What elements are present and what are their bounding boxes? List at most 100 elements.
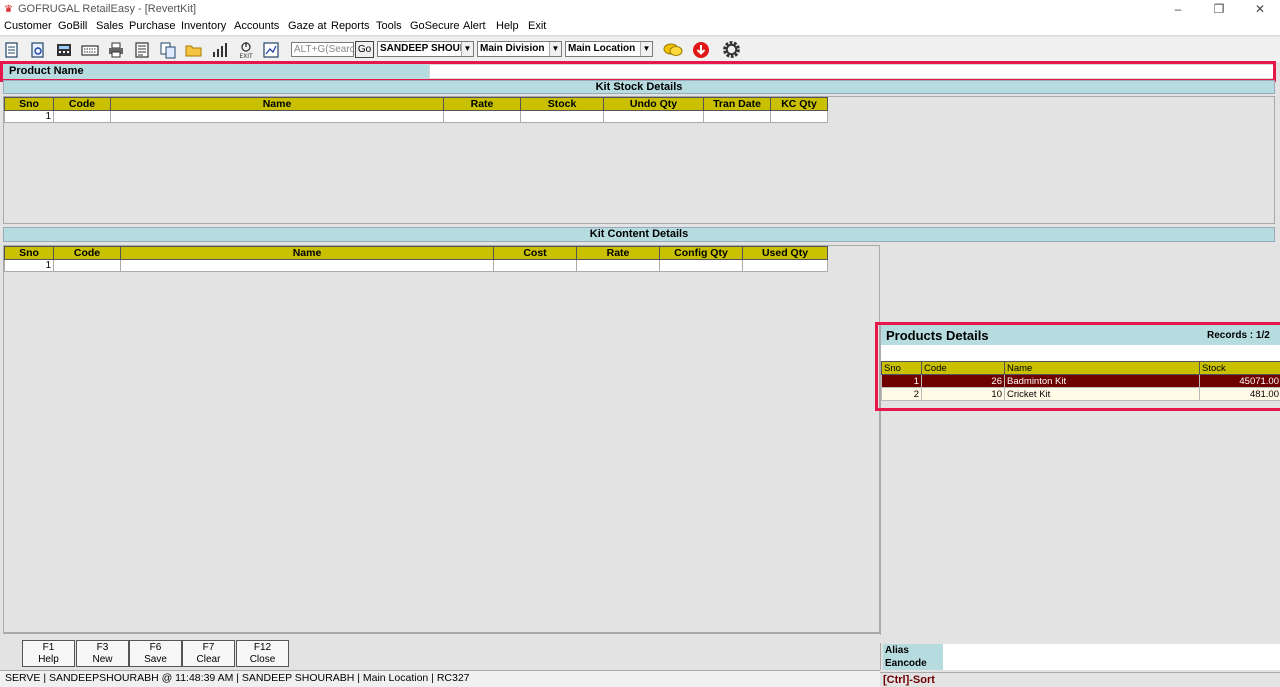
- kit-content-table: Sno Code Name Cost Rate Config Qty Used …: [4, 246, 828, 272]
- col-sno[interactable]: Sno: [4, 246, 54, 260]
- table-row[interactable]: 1: [4, 259, 828, 272]
- status-bar: SERVE | SANDEEPSHOURABH @ 11:48:39 AM | …: [0, 670, 880, 687]
- menu-reports[interactable]: Reports: [331, 20, 370, 32]
- close-icon[interactable]: ✕: [1250, 1, 1270, 17]
- menu-tools[interactable]: Tools: [376, 20, 402, 32]
- search-input[interactable]: ALT+G(Search): [291, 42, 354, 57]
- cell-code[interactable]: [53, 110, 111, 123]
- new-button[interactable]: F3 New: [76, 640, 129, 667]
- sort-hint: [Ctrl]-Sort: [880, 672, 1280, 687]
- eancode-field[interactable]: [943, 657, 1280, 670]
- cell-name[interactable]: [120, 259, 494, 272]
- cell-cost[interactable]: [493, 259, 577, 272]
- col-code[interactable]: Code: [53, 97, 111, 111]
- keyboard-icon[interactable]: [81, 41, 99, 59]
- printer-icon[interactable]: [107, 41, 125, 59]
- cell-used-qty[interactable]: [742, 259, 828, 272]
- menu-help[interactable]: Help: [496, 20, 519, 32]
- go-button[interactable]: Go: [355, 41, 374, 58]
- menu-customer[interactable]: Customer: [4, 20, 52, 32]
- cell-tran-date[interactable]: [703, 110, 771, 123]
- close-button[interactable]: F12 Close: [236, 640, 289, 667]
- menu-inventory[interactable]: Inventory: [181, 20, 226, 32]
- chat-icon[interactable]: [662, 41, 684, 59]
- cell-rate[interactable]: [443, 110, 521, 123]
- app-logo-icon: ♛: [4, 4, 13, 15]
- calculator-icon[interactable]: [55, 41, 73, 59]
- cell-sno[interactable]: 1: [4, 110, 54, 123]
- report-document-icon[interactable]: [133, 41, 151, 59]
- col-cost[interactable]: Cost: [493, 246, 577, 260]
- fkey-key: F7: [202, 642, 215, 653]
- location-select[interactable]: Main Location ▼: [565, 41, 653, 57]
- col-sno[interactable]: Sno: [4, 97, 54, 111]
- location-select-value: Main Location: [568, 43, 636, 54]
- kit-stock-header-row: Sno Code Name Rate Stock Undo Qty Tran D…: [4, 97, 828, 111]
- copy-document-icon[interactable]: [159, 41, 177, 59]
- alias-panel: Alias Eancode: [880, 643, 1280, 670]
- cell-name[interactable]: [110, 110, 444, 123]
- save-button[interactable]: F6 Save: [129, 640, 182, 667]
- toolbar: EXIT SANDEEP SHOURA ▼ Main Division ▼ Main…: [0, 37, 1280, 62]
- bar-chart-icon[interactable]: [211, 41, 229, 59]
- menu-purchase[interactable]: Purchase: [129, 20, 175, 32]
- help-button[interactable]: F1 Help: [22, 640, 75, 667]
- col-rate[interactable]: Rate: [576, 246, 660, 260]
- folder-open-icon[interactable]: [185, 41, 203, 59]
- division-select[interactable]: Main Division ▼: [477, 41, 562, 57]
- cell-rate[interactable]: [576, 259, 660, 272]
- image-chart-icon[interactable]: [262, 41, 280, 59]
- cell-undo-qty[interactable]: [603, 110, 704, 123]
- table-row[interactable]: 1: [4, 110, 828, 123]
- fkey-key: F1: [42, 642, 55, 653]
- download-alert-icon[interactable]: [692, 41, 710, 59]
- kit-content-header-row: Sno Code Name Cost Rate Config Qty Used …: [4, 246, 828, 260]
- menu-gaze-at[interactable]: Gaze at: [288, 20, 327, 32]
- eancode-label: Eancode: [883, 657, 943, 670]
- col-used-qty[interactable]: Used Qty: [742, 246, 828, 260]
- refresh-document-icon[interactable]: [29, 41, 47, 59]
- fkey-key: F3: [96, 642, 109, 653]
- exit-icon[interactable]: EXIT: [236, 41, 256, 59]
- kit-content-section-title: Kit Content Details: [3, 227, 1275, 242]
- gear-icon[interactable]: [721, 39, 742, 60]
- minimize-icon[interactable]: –: [1168, 1, 1188, 17]
- col-name[interactable]: Name: [110, 97, 444, 111]
- kit-stock-table: Sno Code Name Rate Stock Undo Qty Tran D…: [4, 97, 828, 123]
- new-document-icon[interactable]: [3, 41, 21, 59]
- menu-exit[interactable]: Exit: [528, 20, 546, 32]
- menu-accounts[interactable]: Accounts: [234, 20, 279, 32]
- col-tran-date[interactable]: Tran Date: [703, 97, 771, 111]
- division-select-value: Main Division: [480, 43, 545, 54]
- alias-label: Alias: [883, 644, 943, 657]
- cell-sno[interactable]: 1: [4, 259, 54, 272]
- col-code[interactable]: Code: [53, 246, 121, 260]
- restore-icon[interactable]: ❐: [1209, 1, 1229, 17]
- cell-config-qty[interactable]: [659, 259, 743, 272]
- chevron-down-icon: ▼: [640, 42, 652, 56]
- clear-button[interactable]: F7 Clear: [182, 640, 235, 667]
- user-select-value: SANDEEP SHOURA: [380, 43, 474, 54]
- highlight-frame-products-details: [875, 322, 1280, 411]
- fkey-key: F6: [149, 642, 162, 653]
- col-rate[interactable]: Rate: [443, 97, 521, 111]
- fkey-label: Clear: [196, 654, 221, 665]
- col-undo-qty[interactable]: Undo Qty: [603, 97, 704, 111]
- cell-kc-qty[interactable]: [770, 110, 828, 123]
- alias-field[interactable]: [943, 644, 1280, 657]
- cell-code[interactable]: [53, 259, 121, 272]
- menu-gobill[interactable]: GoBill: [58, 20, 87, 32]
- svg-text:EXIT: EXIT: [239, 53, 253, 59]
- menu-alert[interactable]: Alert: [463, 20, 486, 32]
- col-stock[interactable]: Stock: [520, 97, 604, 111]
- menu-gosecure[interactable]: GoSecure: [410, 20, 460, 32]
- menu-bar: Customer GoBill Sales Purchase Inventory…: [0, 19, 1280, 36]
- chevron-down-icon: ▼: [549, 42, 561, 56]
- kit-stock-panel: Sno Code Name Rate Stock Undo Qty Tran D…: [3, 96, 1275, 224]
- col-name[interactable]: Name: [120, 246, 494, 260]
- col-config-qty[interactable]: Config Qty: [659, 246, 743, 260]
- menu-sales[interactable]: Sales: [96, 20, 124, 32]
- user-select[interactable]: SANDEEP SHOURA ▼: [377, 41, 474, 57]
- cell-stock[interactable]: [520, 110, 604, 123]
- col-kc-qty[interactable]: KC Qty: [770, 97, 828, 111]
